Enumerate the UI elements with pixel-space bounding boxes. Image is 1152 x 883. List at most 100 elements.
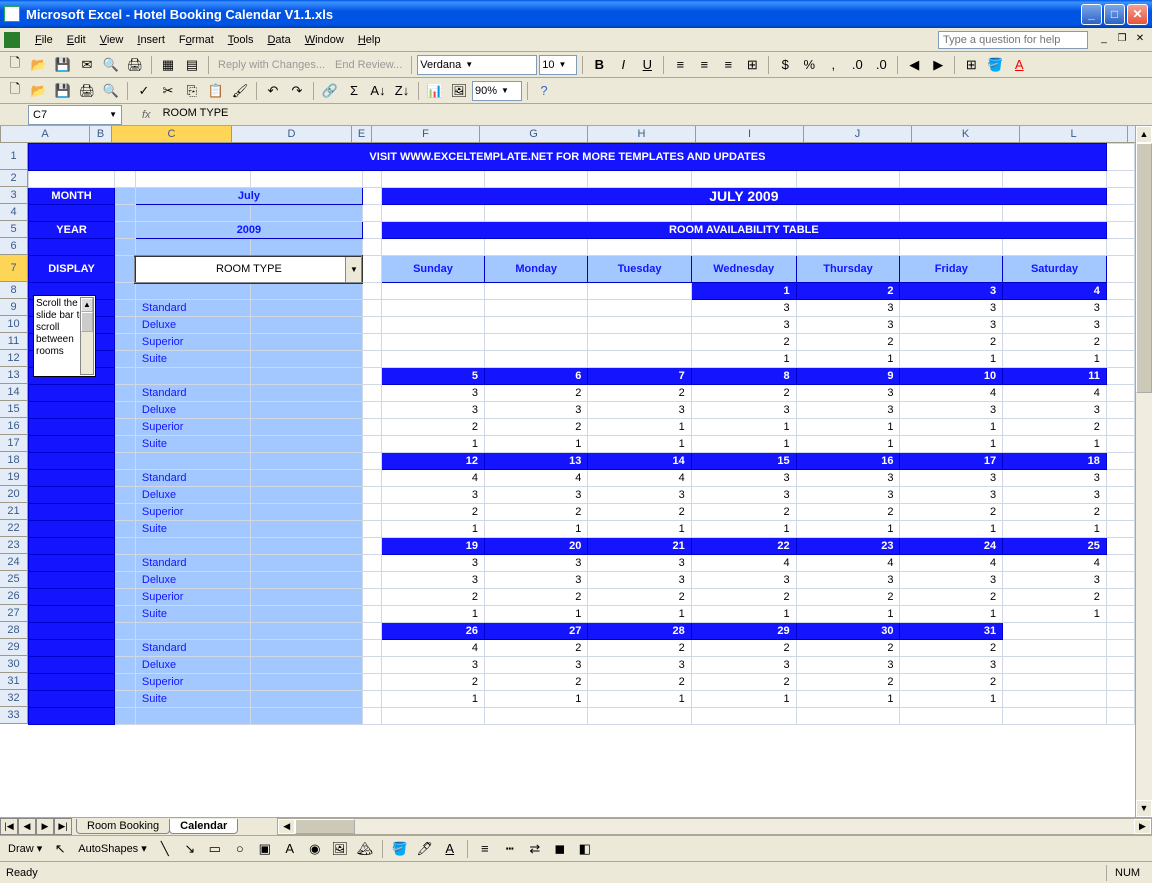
doc-close-button[interactable]: ✕ (1132, 33, 1148, 47)
line-style-icon[interactable]: ≡ (474, 838, 496, 860)
row-header-10[interactable]: 10 (0, 316, 28, 333)
menu-format[interactable]: Format (172, 31, 221, 49)
open2-icon[interactable]: 📂 (28, 80, 50, 102)
inc-decimal-icon[interactable]: .0 (846, 54, 868, 76)
underline-icon[interactable]: U (636, 54, 658, 76)
dec-decimal-icon[interactable]: .0 (870, 54, 892, 76)
zoom-select[interactable]: 90%▼ (472, 81, 522, 101)
italic-icon[interactable]: I (612, 54, 634, 76)
autosum-icon[interactable]: Σ (343, 80, 365, 102)
font-select[interactable]: Verdana▼ (417, 55, 537, 75)
print-icon[interactable]: 🖨 (124, 54, 146, 76)
new-icon[interactable]: 🗋 (4, 54, 26, 76)
row-header-6[interactable]: 6 (0, 238, 28, 255)
tab-nav[interactable]: |◀ ◀ ▶ ▶| (0, 818, 72, 835)
menu-tools[interactable]: Tools (221, 31, 261, 49)
picture-icon[interactable]: 🏔 (354, 838, 376, 860)
fill-icon[interactable]: 🪣 (389, 838, 411, 860)
row-header-26[interactable]: 26 (0, 588, 28, 605)
percent-icon[interactable]: % (798, 54, 820, 76)
col-header-F[interactable]: F (372, 126, 480, 143)
maximize-button[interactable]: □ (1104, 4, 1125, 25)
line-color-icon[interactable]: 🖊 (414, 838, 436, 860)
row-header-14[interactable]: 14 (0, 384, 28, 401)
mini-scrollbar[interactable]: ▲ (80, 297, 94, 375)
diagram-icon[interactable]: ◉ (304, 838, 326, 860)
row-header-12[interactable]: 12 (0, 350, 28, 367)
sheet-tab-calendar[interactable]: Calendar (169, 819, 238, 834)
menu-help[interactable]: Help (351, 31, 388, 49)
formula-bar[interactable]: ROOM TYPE (159, 105, 1152, 125)
row-header-23[interactable]: 23 (0, 537, 28, 554)
merge-icon[interactable]: ⊞ (741, 54, 763, 76)
wordart-icon[interactable]: A (279, 838, 301, 860)
row-header-2[interactable]: 2 (0, 170, 28, 187)
menu-data[interactable]: Data (260, 31, 297, 49)
pivot-icon[interactable]: ▦ (157, 54, 179, 76)
col-header-L[interactable]: L (1020, 126, 1128, 143)
horizontal-scrollbar[interactable]: ◀▶ (277, 818, 1152, 835)
format-painter-icon[interactable]: 🖌 (229, 80, 251, 102)
row-header-29[interactable]: 29 (0, 639, 28, 656)
minimize-button[interactable]: _ (1081, 4, 1102, 25)
grid[interactable]: VISIT WWW.EXCELTEMPLATE.NET FOR MORE TEM… (28, 143, 1135, 817)
textbox-icon[interactable]: ▣ (254, 838, 276, 860)
row-header-15[interactable]: 15 (0, 401, 28, 418)
save2-icon[interactable]: 💾 (52, 80, 74, 102)
paste-icon[interactable]: 📋 (205, 80, 227, 102)
row-header-1[interactable]: 1 (0, 143, 28, 170)
select-arrow-icon[interactable]: ↖ (49, 838, 71, 860)
col-header-C[interactable]: C (112, 126, 232, 143)
new-doc-icon[interactable]: 🗋 (4, 80, 26, 102)
rect-icon[interactable]: ▭ (204, 838, 226, 860)
row-header-22[interactable]: 22 (0, 520, 28, 537)
row-header-27[interactable]: 27 (0, 605, 28, 622)
fx-icon[interactable]: fx (142, 109, 151, 121)
bold-icon[interactable]: B (588, 54, 610, 76)
font-color2-icon[interactable]: A (439, 838, 461, 860)
row-header-20[interactable]: 20 (0, 486, 28, 503)
doc-restore-button[interactable]: ❐ (1114, 33, 1130, 47)
row-header-16[interactable]: 16 (0, 418, 28, 435)
tab-first-icon[interactable]: |◀ (0, 818, 18, 835)
row-header-18[interactable]: 18 (0, 452, 28, 469)
row-header-4[interactable]: 4 (0, 204, 28, 221)
cut-icon[interactable]: ✂ (157, 80, 179, 102)
redo-icon[interactable]: ↷ (286, 80, 308, 102)
menu-view[interactable]: View (93, 31, 131, 49)
borders-icon[interactable]: ⊞ (960, 54, 982, 76)
autoshapes-menu[interactable]: AutoShapes ▾ (74, 842, 151, 855)
row-header-28[interactable]: 28 (0, 622, 28, 639)
menu-insert[interactable]: Insert (130, 31, 172, 49)
hyperlink-icon[interactable]: 🔗 (319, 80, 341, 102)
drawing-icon[interactable]: 🖼 (448, 80, 470, 102)
col-header-D[interactable]: D (232, 126, 352, 143)
sheet-tab-room-booking[interactable]: Room Booking (76, 819, 170, 834)
open-icon[interactable]: 📂 (28, 54, 50, 76)
comma-icon[interactable]: , (822, 54, 844, 76)
3d-icon[interactable]: ◧ (574, 838, 596, 860)
sort-desc-icon[interactable]: Z↓ (391, 80, 413, 102)
draw-menu[interactable]: Draw ▾ (4, 842, 46, 855)
align-right-icon[interactable]: ≡ (717, 54, 739, 76)
col-header-E[interactable]: E (352, 126, 372, 143)
row-header-33[interactable]: 33 (0, 707, 28, 724)
row-header-11[interactable]: 11 (0, 333, 28, 350)
preview-icon[interactable]: 🔍 (100, 80, 122, 102)
col-header-H[interactable]: H (588, 126, 696, 143)
row-header-13[interactable]: 13 (0, 367, 28, 384)
menu-edit[interactable]: Edit (60, 31, 93, 49)
help-icon[interactable]: ? (533, 80, 555, 102)
align-center-icon[interactable]: ≡ (693, 54, 715, 76)
currency-icon[interactable]: $ (774, 54, 796, 76)
col-header-K[interactable]: K (912, 126, 1020, 143)
save-icon[interactable]: 💾 (52, 54, 74, 76)
vertical-scrollbar[interactable]: ▲ ▼ (1135, 126, 1152, 817)
search-icon[interactable]: 🔍 (100, 54, 122, 76)
col-header-G[interactable]: G (480, 126, 588, 143)
row-header-25[interactable]: 25 (0, 571, 28, 588)
clipart-icon[interactable]: 🖼 (329, 838, 351, 860)
oval-icon[interactable]: ○ (229, 838, 251, 860)
menu-window[interactable]: Window (298, 31, 351, 49)
sort-asc-icon[interactable]: A↓ (367, 80, 389, 102)
